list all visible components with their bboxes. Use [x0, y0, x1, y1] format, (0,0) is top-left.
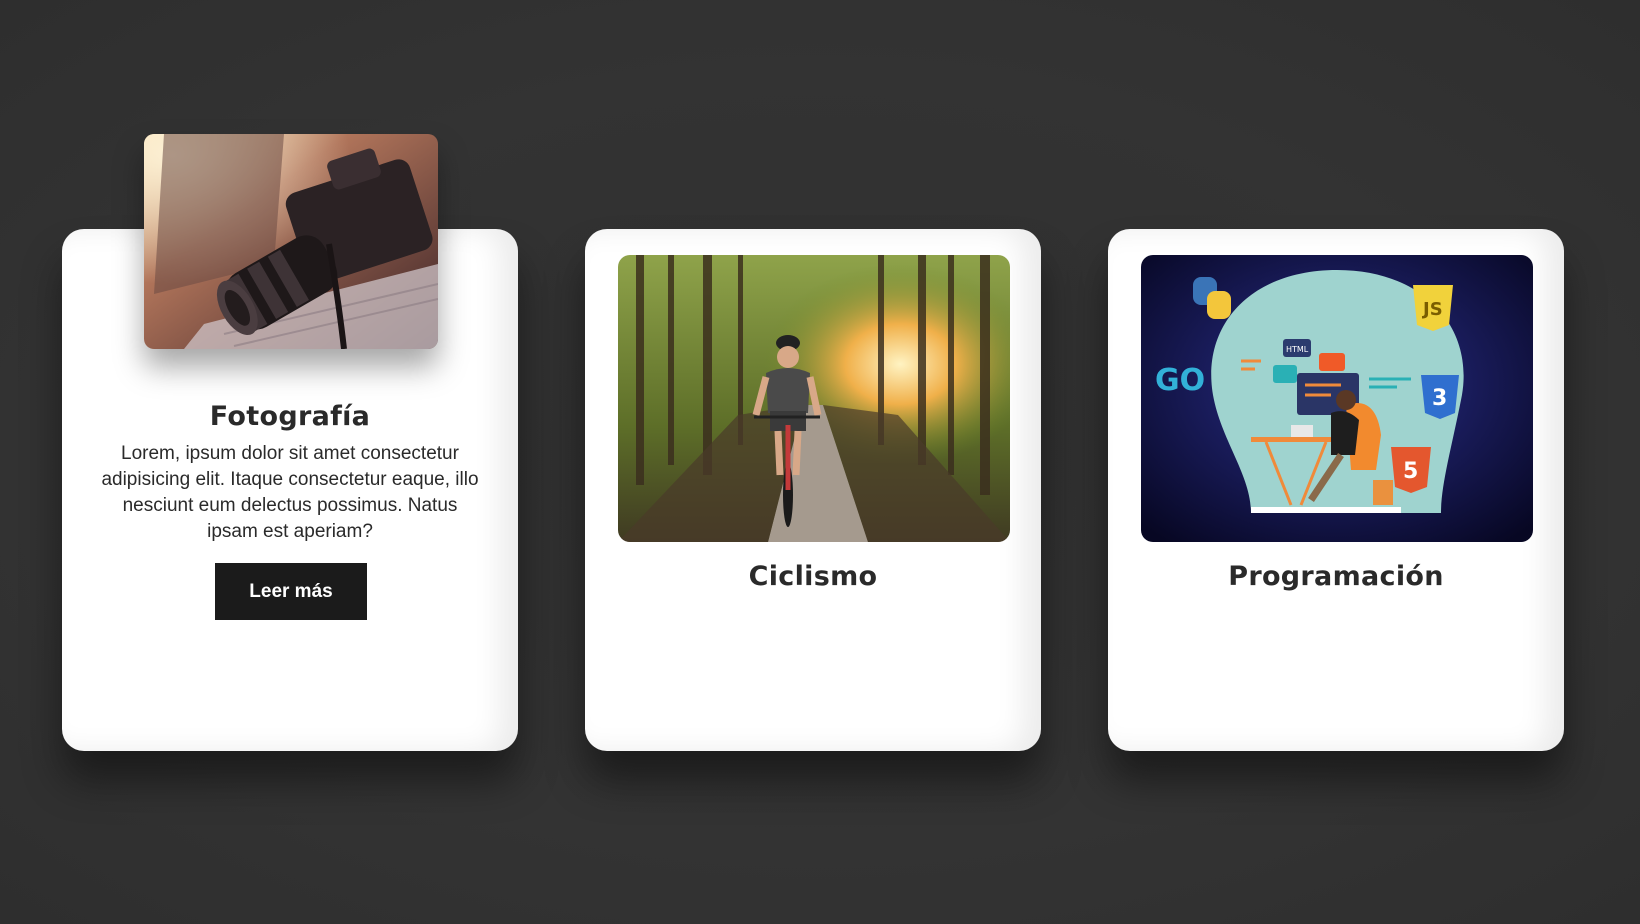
svg-text:JS: JS	[1421, 299, 1443, 320]
card-ciclismo[interactable]: Ciclismo	[585, 229, 1041, 751]
svg-text:5: 5	[1403, 459, 1418, 484]
programming-illustration: GO JS 3 5 HTML	[1141, 255, 1533, 542]
js-shield-icon: JS	[1413, 285, 1453, 331]
card-title: Ciclismo	[748, 561, 878, 592]
html5-shield-icon: 5	[1391, 447, 1431, 493]
page-background: Fotografía Lorem, ipsum dolor sit amet c…	[0, 0, 1640, 924]
camera-photo-illustration	[144, 134, 438, 349]
cyclist-photo-illustration	[618, 255, 1010, 542]
svg-text:3: 3	[1432, 386, 1447, 411]
read-more-button[interactable]: Leer más	[215, 563, 367, 620]
card-image-programming: GO JS 3 5 HTML	[1141, 255, 1533, 542]
card-image-cyclist	[618, 255, 1010, 542]
go-logo: GO	[1155, 363, 1205, 398]
card-fotografia[interactable]: Fotografía Lorem, ipsum dolor sit amet c…	[62, 134, 518, 751]
card-title: Fotografía	[209, 401, 371, 432]
css3-shield-icon: 3	[1421, 375, 1459, 419]
card-title: Programación	[1228, 561, 1444, 592]
card-description: Lorem, ipsum dolor sit amet consectetur …	[101, 443, 479, 542]
card-image-camera	[144, 134, 438, 349]
svg-text:HTML: HTML	[1286, 345, 1309, 354]
card-programacion[interactable]: GO JS 3 5 HTML Programación	[1108, 229, 1564, 751]
